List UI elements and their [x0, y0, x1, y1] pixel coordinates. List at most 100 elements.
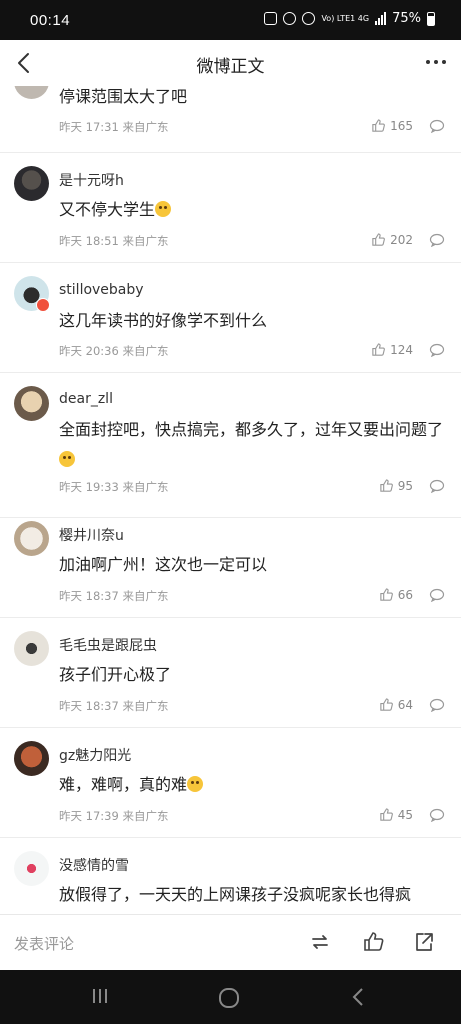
like-count: 66 — [397, 587, 413, 602]
home-icon[interactable] — [218, 987, 240, 1009]
comment-text-body: 又不停大学生 — [59, 200, 156, 219]
comment-text: 难，难啊，真的难 — [59, 770, 447, 800]
comment-item: 毛毛虫是跟屁虫 孩子们开心极了 昨天 18:37 来自广东 64 — [0, 618, 461, 728]
more-icon — [426, 60, 446, 64]
avatar[interactable] — [14, 631, 49, 666]
comment-meta: 昨天 18:51 来自广东 — [59, 233, 168, 249]
thumbs-up-icon — [380, 479, 393, 492]
comment-text: 这几年读书的好像学不到什么 — [59, 311, 268, 330]
comment-source: 来自广东 — [122, 699, 169, 713]
comment-username[interactable]: stillovebaby — [59, 282, 144, 298]
comment-time: 昨天 18:37 — [59, 699, 119, 713]
repost-icon[interactable] — [308, 930, 332, 954]
avatar[interactable] — [14, 851, 49, 886]
comment-meta: 昨天 18:37 来自广东 — [59, 698, 168, 714]
comment-source: 来自广东 — [122, 234, 169, 248]
comment-time: 昨天 17:39 — [59, 809, 119, 823]
comment-item: 停课范围太大了吧 昨天 17:31 来自广东 165 — [0, 86, 461, 153]
reply-icon[interactable] — [429, 233, 445, 247]
avatar[interactable] — [14, 386, 49, 421]
like-count: 95 — [397, 478, 413, 493]
comment-username[interactable]: 毛毛虫是跟屁虫 — [59, 635, 157, 655]
comment-time: 昨天 18:51 — [59, 234, 119, 248]
comment-meta: 昨天 20:36 来自广东 — [59, 343, 168, 359]
page-title: 微博正文 — [196, 57, 265, 77]
like-count: 64 — [397, 697, 413, 712]
like-button[interactable]: 165 — [371, 118, 413, 133]
battery-icon — [427, 11, 435, 26]
comment-time: 昨天 20:36 — [59, 344, 119, 358]
more-button[interactable] — [423, 50, 449, 74]
like-button[interactable]: 95 — [379, 478, 413, 493]
comment-item: stillovebaby 这几年读书的好像学不到什么 昨天 20:36 来自广东… — [0, 263, 461, 373]
thumbs-up-icon — [380, 808, 393, 821]
status-time: 00:14 — [30, 12, 71, 29]
reply-icon[interactable] — [429, 808, 445, 822]
like-count: 202 — [390, 232, 413, 247]
avatar[interactable] — [14, 86, 49, 99]
status-icons: Vo) LTE1 4G 75% — [264, 11, 435, 26]
comment-source: 来自广东 — [122, 809, 169, 823]
comment-text-body: 难，难啊，真的难 — [59, 775, 188, 794]
comment-source: 来自广东 — [122, 480, 169, 494]
comment-username[interactable]: 没感情的雪 — [59, 855, 129, 875]
reply-icon[interactable] — [429, 588, 445, 602]
comment-time: 昨天 19:33 — [59, 480, 119, 494]
comment-text-body: 全面封控吧，快点搞完，都多久了，过年又要出问题了 — [59, 420, 444, 439]
comment-item: gz魅力阳光 难，难啊，真的难 昨天 17:39 来自广东 45 — [0, 728, 461, 838]
reply-icon[interactable] — [429, 119, 445, 133]
comment-username[interactable]: gz魅力阳光 — [59, 745, 131, 765]
verified-badge-icon — [36, 298, 50, 312]
like-button[interactable]: 45 — [379, 807, 413, 822]
comment-text: 放假得了，一天天的上网课孩子没疯呢家长也得疯 — [59, 885, 412, 904]
comment-username[interactable]: 樱井川奈u — [59, 525, 124, 545]
comment-source: 来自广东 — [122, 589, 169, 603]
reply-icon[interactable] — [429, 343, 445, 357]
comment-time: 昨天 18:37 — [59, 589, 119, 603]
comment-meta: 昨天 17:39 来自广东 — [59, 808, 168, 824]
thumbs-up-icon — [380, 588, 393, 601]
network-label: Vo) LTE1 4G — [321, 13, 370, 23]
comment-username[interactable]: dear_zll — [59, 391, 113, 407]
comment-text: 孩子们开心极了 — [59, 665, 172, 684]
comment-item: 没感情的雪 放假得了，一天天的上网课孩子没疯呢家长也得疯 — [0, 838, 461, 914]
comment-source: 来自广东 — [122, 344, 169, 358]
like-button[interactable]: 124 — [371, 342, 413, 357]
comment-source: 来自广东 — [122, 120, 169, 134]
system-navigation-bar — [0, 970, 461, 1024]
avatar[interactable] — [14, 741, 49, 776]
laughing-emoji-icon — [187, 776, 204, 792]
comment-meta: 昨天 17:31 来自广东 — [59, 119, 168, 135]
recent-apps-icon[interactable] — [90, 987, 110, 1005]
like-button[interactable]: 202 — [371, 232, 413, 247]
crying-emoji-icon — [155, 201, 172, 217]
reply-icon[interactable] — [429, 698, 445, 712]
thumbs-up-icon — [372, 119, 386, 132]
status-bar: 00:14 Vo) LTE1 4G 75% — [0, 0, 461, 40]
alarm-icon — [283, 12, 297, 25]
crying-emoji-icon — [59, 451, 75, 467]
comment-list: 停课范围太大了吧 昨天 17:31 来自广东 165 是十元呀h 又不停大学生 … — [0, 86, 461, 914]
nav-bar: 微博正文 — [0, 40, 461, 86]
thumbs-up-icon[interactable] — [362, 930, 386, 954]
signal-icon — [375, 12, 387, 25]
like-count: 45 — [397, 807, 413, 822]
comment-meta: 昨天 19:33 来自广东 — [59, 479, 168, 495]
like-count: 124 — [390, 342, 413, 357]
like-button[interactable]: 64 — [379, 697, 413, 712]
comment-username[interactable]: 是十元呀h — [59, 170, 124, 190]
comment-meta: 昨天 18:37 来自广东 — [59, 588, 168, 604]
like-button[interactable]: 66 — [379, 587, 413, 602]
avatar[interactable] — [14, 521, 49, 556]
comment-item: 是十元呀h 又不停大学生 昨天 18:51 来自广东 202 — [0, 153, 461, 263]
thumbs-up-icon — [380, 698, 393, 711]
back-nav-icon[interactable] — [350, 987, 366, 1007]
share-icon[interactable] — [412, 930, 436, 954]
comment-time: 昨天 17:31 — [59, 120, 119, 134]
notification-icon — [264, 12, 278, 25]
avatar[interactable] — [14, 166, 49, 201]
comment-input[interactable]: 发表评论 — [14, 933, 74, 954]
reply-icon[interactable] — [429, 479, 445, 493]
battery-level: 75% — [392, 11, 421, 26]
mute-icon — [302, 12, 316, 25]
